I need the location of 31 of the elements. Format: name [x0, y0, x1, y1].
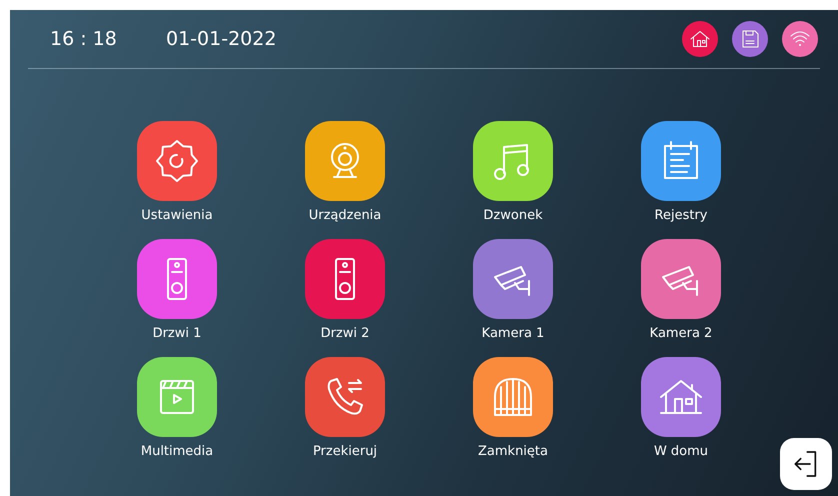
- app-button[interactable]: [305, 239, 385, 319]
- gear-icon: [153, 137, 201, 185]
- app-button[interactable]: [641, 121, 721, 201]
- app-label: Drzwi 2: [320, 326, 370, 343]
- app-button[interactable]: [137, 121, 217, 201]
- app-label: Zamknięta: [478, 444, 548, 461]
- app-label: Dzwonek: [483, 208, 543, 225]
- app-button[interactable]: [137, 357, 217, 437]
- date-text: 01-01-2022: [166, 28, 278, 50]
- app-button[interactable]: [137, 239, 217, 319]
- status-indicator[interactable]: [782, 21, 818, 57]
- app-button[interactable]: [473, 121, 553, 201]
- app-button[interactable]: [473, 357, 553, 437]
- app-label: Rejestry: [654, 208, 708, 225]
- app-button[interactable]: [473, 239, 553, 319]
- app-label: Kamera 2: [650, 326, 712, 343]
- app-button[interactable]: [305, 121, 385, 201]
- clock-time: 16 : 18: [50, 28, 118, 50]
- app-label: Ustawienia: [141, 208, 213, 225]
- app-label: Multimedia: [140, 444, 214, 461]
- app-label: Kamera 1: [482, 326, 544, 343]
- status-indicator[interactable]: [682, 21, 718, 57]
- app-label: Przekieruj: [312, 444, 378, 461]
- app-button[interactable]: [641, 239, 721, 319]
- app-button[interactable]: [305, 357, 385, 437]
- exit-button[interactable]: [780, 438, 832, 490]
- status-indicator[interactable]: [732, 21, 768, 57]
- app-label: Urządzenia: [308, 208, 382, 225]
- app-label: W domu: [654, 444, 708, 461]
- app-label: Drzwi 1: [152, 326, 202, 343]
- app-button[interactable]: [641, 357, 721, 437]
